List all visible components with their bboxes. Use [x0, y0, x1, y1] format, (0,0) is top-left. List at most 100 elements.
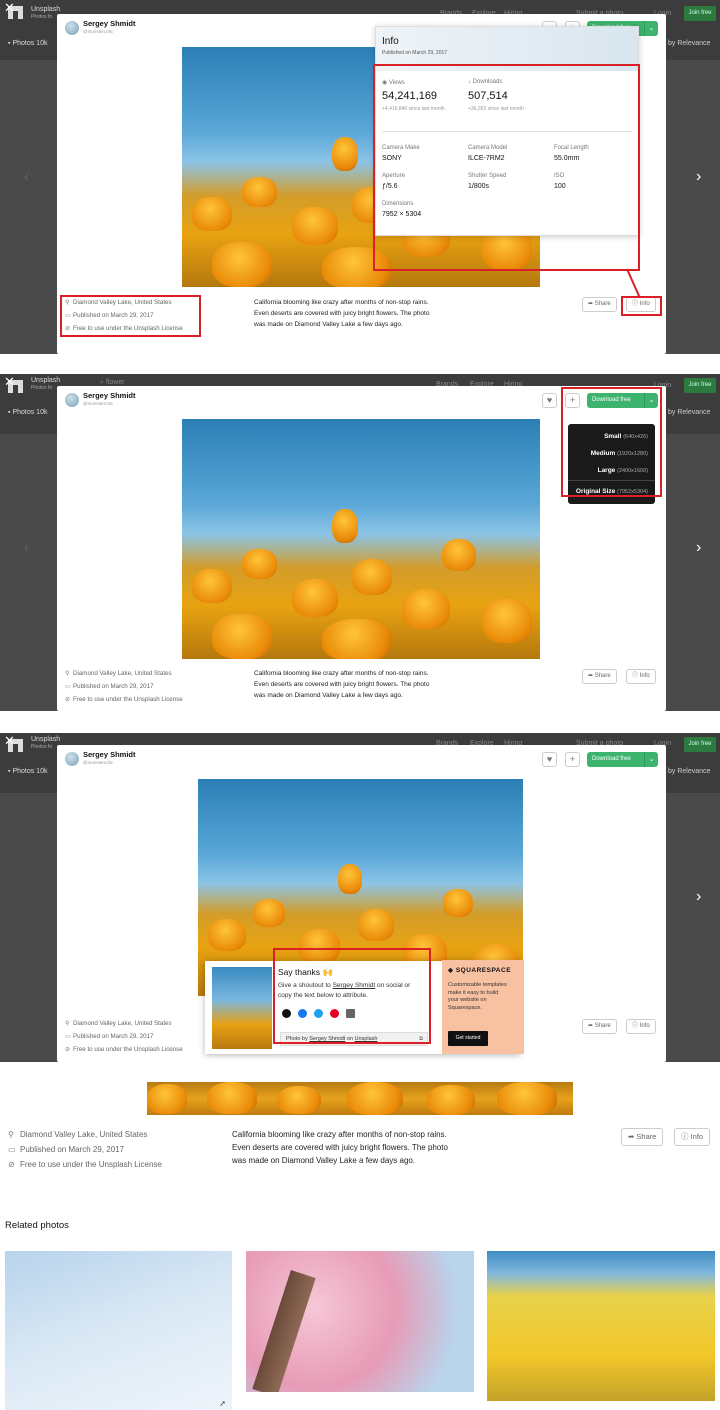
share-label: Share [636, 1132, 657, 1141]
join-free-button[interactable]: Join free [684, 6, 716, 21]
info-title: Info [382, 36, 399, 47]
check-shield-icon: ⊘ [65, 696, 71, 703]
location-text: Diamond Valley Lake, United States [20, 1130, 148, 1139]
info-button[interactable]: ⓘ Info [674, 1128, 711, 1146]
highlight-info-button [621, 296, 662, 316]
photographer-handle: @monstercritic [83, 401, 114, 406]
calendar-icon: ▭ [8, 1145, 16, 1154]
info-label: Info [690, 1132, 704, 1141]
next-arrow-icon[interactable]: › [696, 539, 701, 557]
photographer-name[interactable]: Sergey Shmidt [83, 391, 136, 400]
license-text: Free to use under the Unsplash License [73, 696, 183, 703]
join-free-button[interactable]: Join free [684, 378, 716, 393]
tab-photos[interactable]: ▪ Photos 10k [8, 409, 47, 416]
download-button[interactable]: Download free ⌄ [587, 752, 658, 767]
description-line-3: was made on Diamond Valley Lake a few da… [232, 1156, 416, 1165]
search-value: flower [105, 379, 125, 386]
published-date: ▭ Published on March 29, 2017 [65, 1033, 154, 1040]
app-subtitle: Photos fo [31, 14, 53, 20]
next-arrow-icon[interactable]: › [696, 888, 701, 906]
squarespace-logo: ◈ SQUARESPACE [448, 967, 512, 974]
app-subtitle: Photos fo [31, 385, 53, 391]
app-name: Unsplash [31, 736, 61, 743]
tab-photos[interactable]: ▪ Photos 10k [8, 768, 47, 775]
avatar[interactable] [65, 752, 79, 766]
close-icon[interactable]: ✕ [4, 1, 15, 14]
published-date: ▭ Published on March 29, 2017 [65, 683, 154, 690]
app-name: Unsplash [31, 6, 61, 13]
photo-description: California blooming like crazy after mon… [232, 1128, 448, 1167]
share-button[interactable]: ➦ Share [621, 1128, 664, 1146]
share-button[interactable]: ➦ Share [582, 297, 617, 312]
license[interactable]: ⊘ Free to use under the Unsplash License [8, 1160, 162, 1169]
sort-relevance[interactable]: by Relevance [668, 768, 710, 775]
calendar-icon: ▭ [65, 1033, 71, 1040]
location-pin-icon: ⚲ [8, 1130, 14, 1139]
share-icon: ➦ [588, 673, 594, 679]
tab-photos-label: Photos 10k [12, 409, 48, 416]
photo-description: California blooming like crazy after mon… [254, 668, 429, 701]
screenshot-info-panel: ✕ Unsplash Photos fo Brands Explore Hiri… [0, 0, 720, 354]
location-text: Diamond Valley Lake, United States [73, 1020, 172, 1027]
info-label: Info [639, 1023, 650, 1029]
info-button[interactable]: ⓘ Info [626, 669, 656, 684]
location[interactable]: ⚲ Diamond Valley Lake, United States [8, 1130, 147, 1139]
description-line-1: California blooming like crazy after mon… [254, 299, 429, 306]
chevron-down-icon[interactable]: ⌄ [644, 21, 658, 36]
info-button[interactable]: ⓘ Info [626, 1019, 656, 1034]
related-photo-blossom[interactable] [246, 1251, 474, 1392]
related-photo-sky[interactable]: ➚ [5, 1251, 232, 1410]
tab-photos-label: Photos 10k [12, 768, 48, 775]
share-label: Share [594, 673, 611, 679]
chevron-down-icon[interactable]: ⌄ [644, 752, 658, 767]
get-started-button[interactable]: Get started [448, 1031, 488, 1046]
related-photo-yellow-field[interactable] [487, 1251, 715, 1401]
sort-relevance[interactable]: by Relevance [668, 40, 710, 47]
prev-arrow-icon[interactable]: ‹ [24, 539, 29, 555]
screenshot-say-thanks: ✕ Unsplash Photos fo Brands Explore Hiri… [0, 733, 720, 1062]
share-label: Share [594, 301, 611, 307]
photo-bottom-strip[interactable] [147, 1082, 573, 1115]
share-icon: ➦ [628, 1132, 635, 1141]
close-icon[interactable]: ✕ [4, 734, 15, 747]
highlight-info-popover [373, 64, 640, 271]
photographer-handle: @monstercritic [83, 760, 114, 765]
squarespace-text: Customizable templates make it easy to bu… [448, 982, 507, 1011]
description-line-3: was made on Diamond Valley Lake a few da… [254, 692, 403, 699]
sort-relevance[interactable]: by Relevance [668, 409, 710, 416]
heart-icon: ♥ [546, 754, 553, 764]
screenshot-download-menu: ✕ Unsplash Photos fo ⌕ flower Brands Exp… [0, 374, 720, 711]
next-arrow-icon[interactable]: › [696, 168, 701, 186]
tab-photos[interactable]: ▪ Photos 10k [8, 40, 47, 47]
photographer-name[interactable]: Sergey Shmidt [83, 19, 136, 28]
like-button[interactable]: ♥ [542, 752, 557, 767]
add-to-collection-button[interactable]: + [565, 752, 580, 767]
prev-arrow-icon[interactable]: ‹ [24, 168, 29, 184]
join-free-button[interactable]: Join free [684, 737, 716, 752]
plus-icon: + [569, 754, 576, 764]
published-text: Published on March 29, 2017 [73, 1033, 154, 1040]
main-photo[interactable] [182, 419, 540, 659]
share-icon: ➦ [588, 301, 594, 307]
tree-branch [252, 1270, 316, 1392]
info-icon: ⓘ [632, 1023, 639, 1029]
avatar[interactable] [65, 21, 79, 35]
published-date: ▭ Published on March 29, 2017 [8, 1145, 124, 1154]
license[interactable]: ⊘ Free to use under the Unsplash License [65, 696, 183, 703]
license[interactable]: ⊘ Free to use under the Unsplash License [65, 1046, 183, 1053]
like-button[interactable]: ♥ [542, 393, 557, 408]
description-line-2: Even deserts are covered with juicy brig… [254, 681, 430, 688]
tab-photos-label: Photos 10k [12, 40, 48, 47]
published-text: Published on March 29, 2017 [73, 683, 154, 690]
info-icon: ⓘ [632, 673, 639, 679]
location[interactable]: ⚲ Diamond Valley Lake, United States [65, 1020, 172, 1027]
squarespace-ad[interactable]: ◈ SQUARESPACE Customizable templates make… [442, 960, 524, 1054]
avatar[interactable] [65, 393, 79, 407]
share-button[interactable]: ➦ Share [582, 1019, 617, 1034]
description-line-2: Even deserts are covered with juicy brig… [254, 310, 430, 317]
close-icon[interactable]: ✕ [4, 375, 15, 388]
photographer-name[interactable]: Sergey Shmidt [83, 750, 136, 759]
share-button[interactable]: ➦ Share [582, 669, 617, 684]
say-thanks-thumbnail [212, 967, 272, 1049]
location[interactable]: ⚲ Diamond Valley Lake, United States [65, 670, 172, 677]
